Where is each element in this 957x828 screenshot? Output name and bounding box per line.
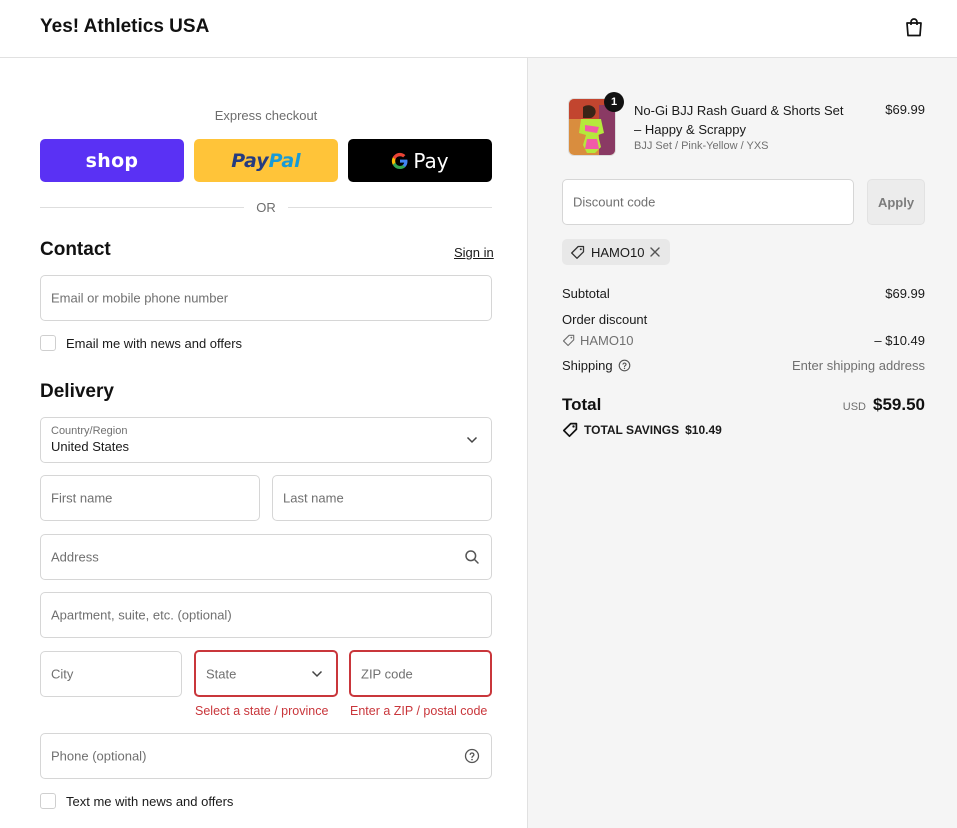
- subtotal-label: Subtotal: [562, 286, 610, 301]
- total-label: Total: [562, 395, 602, 414]
- shipping-label-row: Shipping: [562, 358, 631, 373]
- text-news-checkbox[interactable]: [40, 793, 56, 809]
- google-pay-logo: Pay: [391, 149, 449, 173]
- google-g-icon: [392, 152, 408, 169]
- help-icon[interactable]: [464, 748, 480, 764]
- total-savings: TOTAL SAVINGS $10.49: [562, 422, 722, 438]
- savings-value: $10.49: [685, 423, 722, 437]
- order-discount-code-row: HAMO10: [562, 333, 633, 348]
- order-discount-label: Order discount: [562, 312, 648, 327]
- order-discount-value: – $10.49: [874, 333, 925, 348]
- state-error: Select a state / province: [195, 704, 329, 718]
- order-discount-code: HAMO10: [580, 333, 634, 348]
- product-name: No-Gi BJJ Rash Guard & Shorts Set – Happ…: [634, 103, 844, 137]
- email-field[interactable]: Email or mobile phone number: [40, 275, 492, 321]
- total-value: USD $59.50: [843, 395, 925, 415]
- search-icon[interactable]: [464, 549, 480, 565]
- quantity-badge: 1: [604, 92, 624, 112]
- shopping-bag-icon[interactable]: [905, 17, 923, 37]
- apartment-field[interactable]: Apartment, suite, etc. (optional): [40, 592, 492, 638]
- shipping-value: Enter shipping address: [792, 358, 925, 373]
- store-brand[interactable]: Yes! Athletics USA: [40, 16, 209, 38]
- help-icon[interactable]: [618, 359, 631, 372]
- paypal-logo: PayPal: [231, 149, 301, 172]
- paypal-button[interactable]: PayPal: [194, 139, 338, 182]
- tag-icon: [562, 422, 578, 438]
- header: Yes! Athletics USA: [0, 0, 957, 58]
- chevron-down-icon: [466, 436, 478, 444]
- first-name-field[interactable]: First name: [40, 475, 260, 521]
- google-pay-button[interactable]: Pay: [348, 139, 492, 182]
- order-summary: 1 No-Gi BJJ Rash Guard & Shorts Set – Ha…: [528, 58, 957, 828]
- country-select[interactable]: Country/Region United States: [40, 417, 492, 463]
- zip-error: Enter a ZIP / postal code: [350, 704, 488, 718]
- shop-pay-logo: shop: [85, 149, 139, 172]
- apply-discount-button[interactable]: Apply: [867, 179, 925, 225]
- product-thumbnail-wrap: 1: [568, 92, 624, 156]
- email-news-label: Email me with news and offers: [66, 335, 243, 351]
- delivery-title: Delivery: [40, 381, 114, 402]
- chevron-down-icon: [311, 670, 323, 677]
- sign-in-link[interactable]: Sign in: [454, 245, 494, 260]
- email-news-option[interactable]: Email me with news and offers: [40, 335, 242, 351]
- or-divider: OR: [40, 199, 492, 215]
- zip-field[interactable]: ZIP code: [349, 650, 492, 697]
- address-field[interactable]: Address: [40, 534, 492, 580]
- contact-title: Contact: [40, 239, 111, 260]
- product-variant: BJJ Set / Pink-Yellow / YXS: [634, 140, 769, 152]
- product-price: $69.99: [885, 102, 925, 117]
- savings-label: TOTAL SAVINGS: [584, 423, 680, 437]
- applied-discount-code: HAMO10: [591, 244, 645, 260]
- email-placeholder: Email or mobile phone number: [51, 290, 229, 306]
- text-news-option[interactable]: Text me with news and offers: [40, 793, 233, 809]
- subtotal-value: $69.99: [885, 286, 925, 301]
- email-news-checkbox[interactable]: [40, 335, 56, 351]
- total-amount: $59.50: [873, 395, 925, 414]
- last-name-field[interactable]: Last name: [272, 475, 492, 521]
- total-currency: USD: [842, 401, 866, 413]
- tag-icon: [562, 334, 575, 347]
- checkout-form: Express checkout shop PayPal Pay OR Cont…: [0, 58, 528, 828]
- state-select[interactable]: State: [194, 650, 338, 697]
- close-icon[interactable]: [650, 247, 661, 257]
- shop-pay-button[interactable]: shop: [40, 139, 184, 182]
- applied-discount-chip: HAMO10: [562, 239, 671, 265]
- discount-code-field[interactable]: Discount code: [562, 179, 854, 225]
- phone-field[interactable]: Phone (optional): [40, 733, 492, 779]
- text-news-label: Text me with news and offers: [66, 793, 234, 809]
- shipping-label: Shipping: [562, 358, 613, 373]
- city-field[interactable]: City: [40, 651, 182, 697]
- country-value: United States: [51, 439, 130, 454]
- country-label: Country/Region: [51, 425, 128, 437]
- tag-icon: [571, 245, 585, 259]
- express-checkout-title: Express checkout: [214, 108, 318, 123]
